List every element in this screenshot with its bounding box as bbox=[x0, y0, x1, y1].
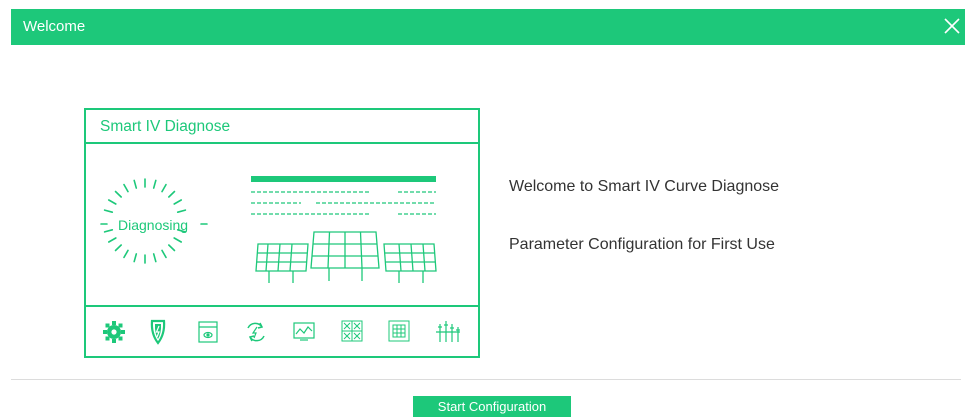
grid-icon bbox=[388, 320, 410, 342]
welcome-dialog: Welcome Smart IV Diagnose Diagnosing Wel… bbox=[0, 0, 965, 417]
sliders-icon bbox=[436, 321, 460, 342]
illustration-frame bbox=[84, 108, 480, 358]
illustration-panel-title: Smart IV Diagnose bbox=[100, 118, 231, 135]
grid-x-icon bbox=[341, 320, 363, 342]
shield-icon bbox=[150, 319, 166, 345]
diagnose-illustration bbox=[84, 108, 480, 358]
welcome-message: Welcome to Smart IV Curve Diagnose bbox=[509, 178, 780, 195]
dialog-title: Welcome bbox=[23, 18, 86, 35]
window-eye-icon bbox=[198, 321, 218, 343]
refresh-icon bbox=[247, 322, 265, 342]
diagnosing-status-label: Diagnosing bbox=[118, 217, 189, 233]
gear-icon bbox=[103, 321, 125, 343]
chart-icon bbox=[293, 322, 315, 341]
title-bar: Welcome bbox=[11, 9, 965, 45]
parameter-config-message: Parameter Configuration for First Use bbox=[509, 236, 775, 253]
solar-panels-icon bbox=[255, 231, 437, 283]
progress-bar-fill bbox=[251, 176, 436, 182]
start-configuration-button[interactable]: Start Configuration bbox=[413, 396, 571, 417]
footer-divider bbox=[11, 379, 961, 380]
log-lines bbox=[251, 191, 436, 215]
close-icon[interactable] bbox=[941, 15, 963, 37]
